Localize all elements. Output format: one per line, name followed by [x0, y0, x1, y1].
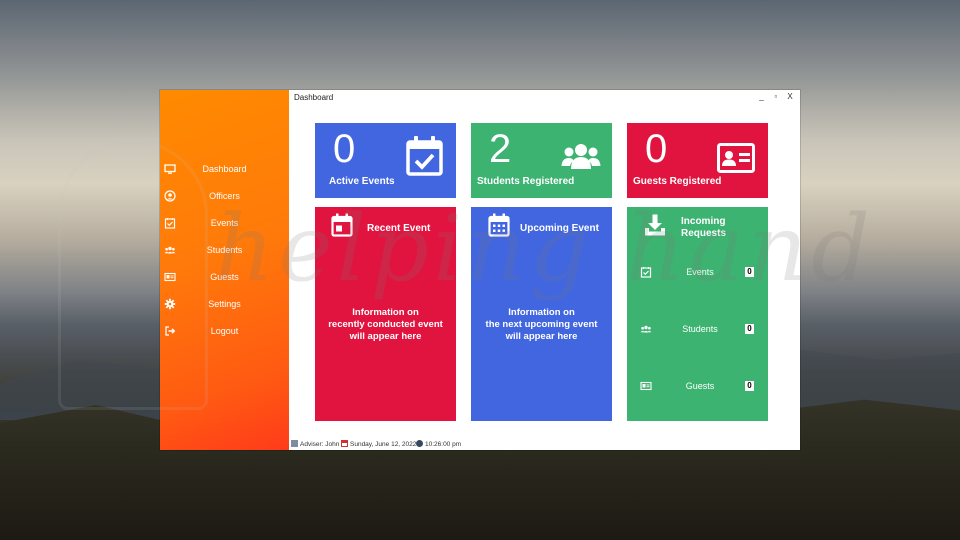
sidebar-nav: Dashboard Officers Events Students Guest…	[160, 160, 289, 349]
sidebar-item-students[interactable]: Students	[160, 241, 289, 268]
guests-registered-card[interactable]: 0 Guests Registered	[627, 123, 768, 198]
users-icon	[640, 325, 652, 333]
request-label: Events	[686, 267, 714, 277]
recent-event-panel[interactable]: Recent Event Information on recently con…	[315, 207, 456, 421]
upcoming-event-message-line: Information on	[508, 307, 575, 318]
incoming-requests-title-line: Incoming	[681, 216, 726, 227]
time-text: 10:26:00 pm	[425, 441, 462, 448]
id-card-icon	[164, 272, 176, 282]
active-events-label: Active Events	[329, 176, 395, 187]
request-count-badge: 0	[745, 267, 754, 277]
adviser-status: Adviser: John	[291, 440, 339, 448]
users-icon	[164, 246, 176, 254]
close-button[interactable]: X	[784, 92, 796, 101]
request-count-badge: 0	[745, 381, 754, 391]
upcoming-event-message-line: will appear here	[505, 331, 578, 342]
guests-registered-label: Guests Registered	[633, 176, 722, 187]
sidebar-item-logout[interactable]: Logout	[160, 322, 289, 349]
recent-event-message-line: will appear here	[349, 331, 422, 342]
guests-registered-count: 0	[645, 127, 668, 171]
users-icon	[561, 144, 601, 169]
upcoming-event-title: Upcoming Event	[520, 223, 599, 234]
incoming-requests-panel[interactable]: Incoming Requests Events 0 Students 0 Gu…	[627, 207, 768, 421]
status-bar: Adviser: John Sunday, June 12, 2022 10:2…	[289, 438, 800, 450]
calendar-check-icon	[406, 136, 443, 176]
students-registered-label: Students Registered	[477, 176, 575, 187]
sidebar: Dashboard Officers Events Students Guest…	[160, 90, 289, 450]
request-label: Guests	[685, 381, 715, 391]
request-row-guests[interactable]: Guests 0	[627, 378, 768, 396]
window-title: Dashboard	[294, 93, 334, 102]
incoming-requests-title: Incoming Requests	[681, 216, 727, 240]
request-row-students[interactable]: Students 0	[627, 321, 768, 339]
upcoming-event-panel[interactable]: Upcoming Event Information on the next u…	[471, 207, 612, 421]
gear-icon	[164, 298, 176, 310]
request-count-badge: 0	[745, 324, 754, 334]
title-bar: Dashboard _ ▫ X	[289, 90, 800, 106]
time-status: 10:26:00 pm	[416, 440, 461, 448]
sidebar-item-events[interactable]: Events	[160, 214, 289, 241]
sidebar-item-label: Settings	[208, 299, 241, 309]
calendar-check-icon	[164, 218, 176, 229]
window-controls: _ ▫ X	[756, 92, 796, 101]
request-label: Students	[682, 324, 718, 334]
maximize-button[interactable]: ▫	[770, 92, 782, 101]
calendar-grid-icon	[488, 213, 510, 237]
calendar-icon	[341, 440, 348, 447]
active-events-card[interactable]: 0 Active Events	[315, 123, 456, 198]
monitor-icon	[164, 164, 176, 174]
calendar-check-icon	[640, 267, 652, 278]
recent-event-message: Information on recently conducted event …	[315, 307, 456, 343]
adviser-text: Adviser: John	[300, 441, 340, 448]
sidebar-item-settings[interactable]: Settings	[160, 295, 289, 322]
incoming-requests-title-line: Requests	[681, 228, 727, 239]
download-tray-icon	[645, 214, 665, 236]
recent-event-title: Recent Event	[367, 223, 431, 234]
sidebar-item-dashboard[interactable]: Dashboard	[160, 160, 289, 187]
adviser-icon	[291, 440, 298, 447]
active-events-count: 0	[333, 127, 356, 171]
sidebar-item-label: Guests	[210, 272, 239, 282]
sidebar-item-guests[interactable]: Guests	[160, 268, 289, 295]
sidebar-item-label: Events	[210, 218, 239, 228]
students-registered-card[interactable]: 2 Students Registered	[471, 123, 612, 198]
students-registered-count: 2	[489, 127, 512, 171]
id-card-icon	[640, 381, 652, 391]
upcoming-event-message: Information on the next upcoming event w…	[471, 307, 612, 343]
sidebar-item-officers[interactable]: Officers	[160, 187, 289, 214]
date-text: Sunday, June 12, 2022	[350, 441, 417, 448]
recent-event-message-line: recently conducted event	[328, 319, 443, 330]
request-row-events[interactable]: Events 0	[627, 264, 768, 282]
sidebar-item-label: Students	[206, 245, 243, 255]
date-status: Sunday, June 12, 2022	[341, 440, 416, 448]
recent-event-message-line: Information on	[352, 307, 419, 318]
logout-icon	[165, 326, 176, 336]
sidebar-item-label: Logout	[210, 326, 239, 336]
sidebar-item-label: Officers	[209, 191, 240, 201]
user-circle-icon	[164, 190, 176, 202]
id-card-icon	[717, 143, 755, 173]
clock-icon	[416, 440, 423, 447]
upcoming-event-message-line: the next upcoming event	[485, 319, 598, 330]
app-window: Dashboard Officers Events Students Guest…	[160, 90, 800, 450]
calendar-icon	[331, 213, 353, 237]
minimize-button[interactable]: _	[756, 92, 768, 101]
sidebar-item-label: Dashboard	[202, 164, 247, 174]
